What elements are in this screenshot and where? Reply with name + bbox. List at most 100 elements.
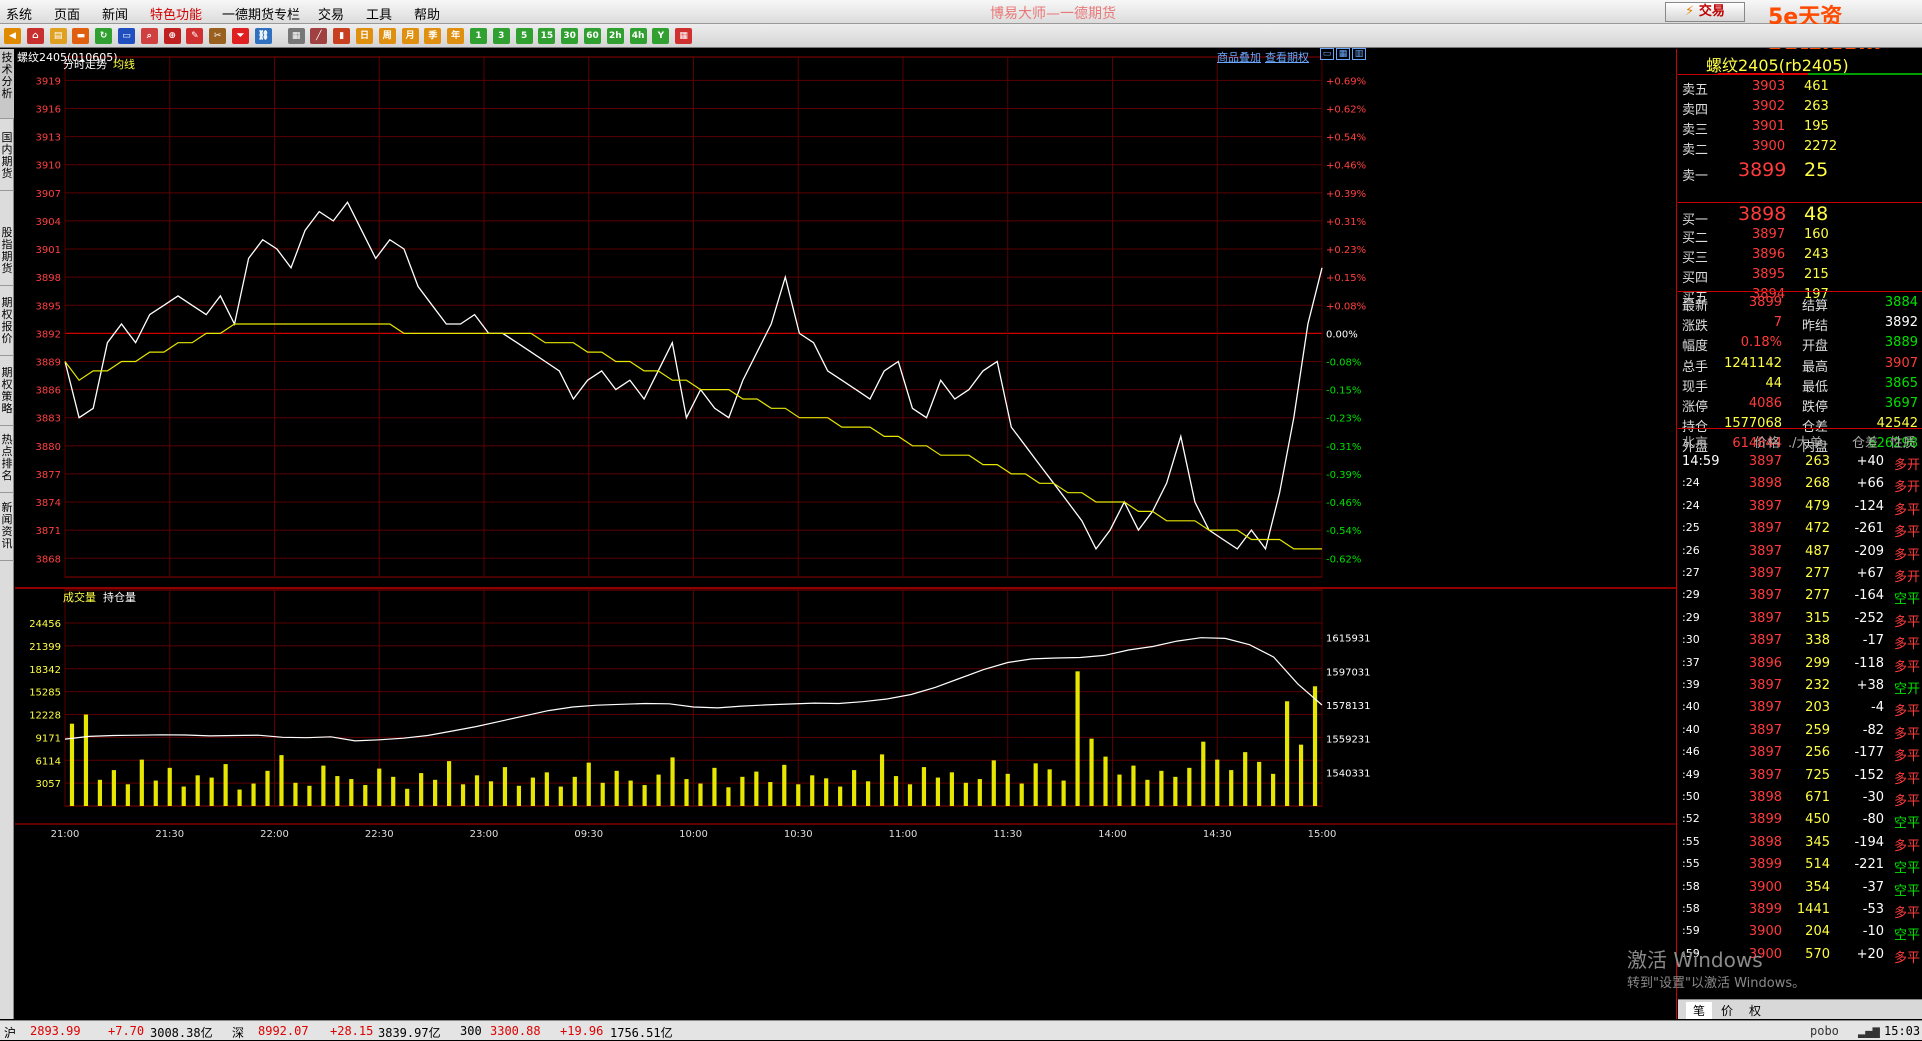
toolbar-season-button[interactable]: 季 xyxy=(424,28,442,44)
bid-volume: 243 xyxy=(1804,247,1829,262)
ask-row[interactable]: 卖三 3901 195 xyxy=(1678,117,1922,138)
toolbar-2h-button[interactable]: 2h xyxy=(606,28,624,44)
book-stats-divider xyxy=(1678,291,1922,292)
menu-page[interactable]: 页面 xyxy=(54,4,80,23)
toolbar-calc-button[interactable]: ▦ xyxy=(675,28,693,44)
volume-bar xyxy=(1187,767,1192,806)
toolbar-kline-button[interactable]: ▮ xyxy=(333,28,351,44)
toolbar-30-button[interactable]: 30 xyxy=(561,28,579,44)
tick-header-cell: 性质 xyxy=(1890,436,1917,451)
ratio-bar-ask xyxy=(1718,73,1808,75)
ask-volume: 195 xyxy=(1804,119,1829,134)
tab-price[interactable]: 价 xyxy=(1714,1002,1740,1019)
bid-row[interactable]: 买四 3895 215 xyxy=(1678,265,1922,286)
volume-bar xyxy=(586,762,591,806)
toolbar-table-button[interactable]: ▦ xyxy=(287,28,305,44)
options-link[interactable]: 查看期权 xyxy=(1265,49,1309,65)
side-tab-technical[interactable]: 技术分析 xyxy=(0,49,14,119)
toolbar-tool-button[interactable]: ✂ xyxy=(209,28,227,44)
tick-nature: 多平 xyxy=(1893,502,1920,518)
side-tab-news[interactable]: 新闻资讯 xyxy=(0,499,14,561)
toolbar-year-button[interactable]: 年 xyxy=(447,28,465,44)
tick-header-cell: ./大单 xyxy=(1788,436,1823,451)
stat-row: 总手 1241142 最高 3907 xyxy=(1678,354,1922,375)
menu-system[interactable]: 系统 xyxy=(6,4,32,23)
volume-bar xyxy=(1033,763,1038,806)
toolbar-chart-button[interactable]: ╱ xyxy=(310,28,328,44)
volume-bar xyxy=(502,767,508,806)
toolbar-zoom-button[interactable]: ⊕ xyxy=(163,28,181,44)
price-panel-title: 分时走势 xyxy=(63,58,107,71)
toolbar-Y-button[interactable]: Y xyxy=(652,28,670,44)
volume-bar xyxy=(377,768,382,806)
toolbar-15-button[interactable]: 15 xyxy=(538,28,556,44)
stat-value: 3865 xyxy=(1884,375,1918,391)
toolbar-1-button[interactable]: 1 xyxy=(470,28,487,44)
overlay-link[interactable]: 商品叠加 xyxy=(1217,49,1261,65)
stat-value: 3892 xyxy=(1884,315,1918,331)
volume-bar xyxy=(1019,783,1024,806)
toolbar-5-button[interactable]: 5 xyxy=(515,28,533,44)
toolbar-list-button[interactable]: ▭ xyxy=(118,28,135,44)
volume-bar xyxy=(1103,756,1108,806)
price-tick-label: 3895 xyxy=(36,301,61,312)
toolbar-month-button[interactable]: 月 xyxy=(401,28,419,44)
side-tab-options-strategy[interactable]: 期权策略 xyxy=(0,364,14,426)
volume-bar xyxy=(656,774,661,806)
ask-row[interactable]: 卖五 3903 461 xyxy=(1678,77,1922,98)
ask-label: 卖三 xyxy=(1682,123,1709,138)
toolbar-4h-button[interactable]: 4h xyxy=(629,28,647,44)
volume-bar xyxy=(684,779,689,806)
tick-row: :58 3900 354 -37 空平 xyxy=(1678,877,1922,899)
side-tab-options-quote[interactable]: 期权报价 xyxy=(0,294,14,356)
intraday-chart-area: 3919 +0.69% 3916 +0.62% 3913 +0.54% 3910 +0.46%… xyxy=(15,48,1677,1019)
ask-label: 卖五 xyxy=(1682,83,1709,98)
volume-bar xyxy=(1215,759,1220,806)
toolbar-60-button[interactable]: 60 xyxy=(584,28,601,44)
percent-tick-label: -0.31% xyxy=(1326,442,1361,453)
toolbar-3-button[interactable]: 3 xyxy=(492,28,510,44)
toolbar-day-button[interactable]: 日 xyxy=(356,28,373,44)
toolbar-filter-button[interactable]: ⏷ xyxy=(232,28,249,44)
volume-bar xyxy=(879,754,885,806)
volume-bar xyxy=(1173,776,1178,806)
percent-tick-label: +0.15% xyxy=(1326,273,1366,284)
bid-row[interactable]: 买二 3897 160 xyxy=(1678,225,1922,246)
ask-row[interactable]: 卖一 3899 25 xyxy=(1678,159,1922,184)
menu-news[interactable]: 新闻 xyxy=(102,4,128,23)
menu-tools[interactable]: 工具 xyxy=(366,4,392,23)
intraday-chart-svg[interactable]: 3919 +0.69% 3916 +0.62% 3913 +0.54% 3910 +0.46%… xyxy=(15,49,1677,1019)
side-tab-domestic-futures[interactable]: 国内期货 xyxy=(0,129,14,191)
toolbar-week-button[interactable]: 周 xyxy=(378,28,396,44)
toolbar-back-button[interactable]: ◀ xyxy=(4,28,21,44)
trade-button[interactable]: ⚡ 交易 xyxy=(1665,2,1745,22)
tab-rights[interactable]: 权 xyxy=(1742,1002,1768,1019)
toolbar-refresh-button[interactable]: ↻ xyxy=(95,28,113,44)
menu-features[interactable]: 特色功能 xyxy=(150,4,202,23)
toolbar-link-button[interactable]: ⛓ xyxy=(254,28,272,44)
toolbar-search-button[interactable]: ⌕ xyxy=(140,28,158,44)
toolbar-notes-button[interactable]: ▤ xyxy=(49,28,67,44)
volume-panel-title: 成交量 xyxy=(63,591,96,604)
toolbar-draw-button[interactable]: ✎ xyxy=(186,28,204,44)
tick-row: :55 3899 514 -221 空平 xyxy=(1678,854,1922,876)
menu-help[interactable]: 帮助 xyxy=(414,4,440,23)
ask-row[interactable]: 卖四 3902 263 xyxy=(1678,97,1922,118)
split-icon[interactable]: ▥ xyxy=(1352,48,1366,60)
index-sz-name: 深 xyxy=(232,1026,245,1040)
tick-header: 北京 价格 ./大单 仓差 性质 xyxy=(1678,429,1922,451)
toolbar-home-button[interactable]: ⌂ xyxy=(26,28,44,44)
grid-icon[interactable]: ▦ xyxy=(1336,48,1350,60)
bid-row[interactable]: 买三 3896 243 xyxy=(1678,245,1922,266)
bid-row[interactable]: 买一 3898 48 xyxy=(1678,203,1922,228)
layout-icon[interactable]: ▭ xyxy=(1320,48,1334,60)
menu-yide-column[interactable]: 一德期货专栏 xyxy=(222,4,300,23)
side-tab-hot-ranking[interactable]: 热点排名 xyxy=(0,431,14,493)
tab-trades[interactable]: 笔 xyxy=(1686,1002,1712,1019)
side-tab-index-futures[interactable]: 股指期货 xyxy=(0,224,14,286)
volume-bar xyxy=(195,775,200,806)
menu-trade[interactable]: 交易 xyxy=(318,4,344,23)
volume-bar xyxy=(265,770,270,806)
toolbar-flash-button[interactable]: ▬ xyxy=(72,28,90,44)
ask-row[interactable]: 卖二 3900 2272 xyxy=(1678,137,1922,158)
